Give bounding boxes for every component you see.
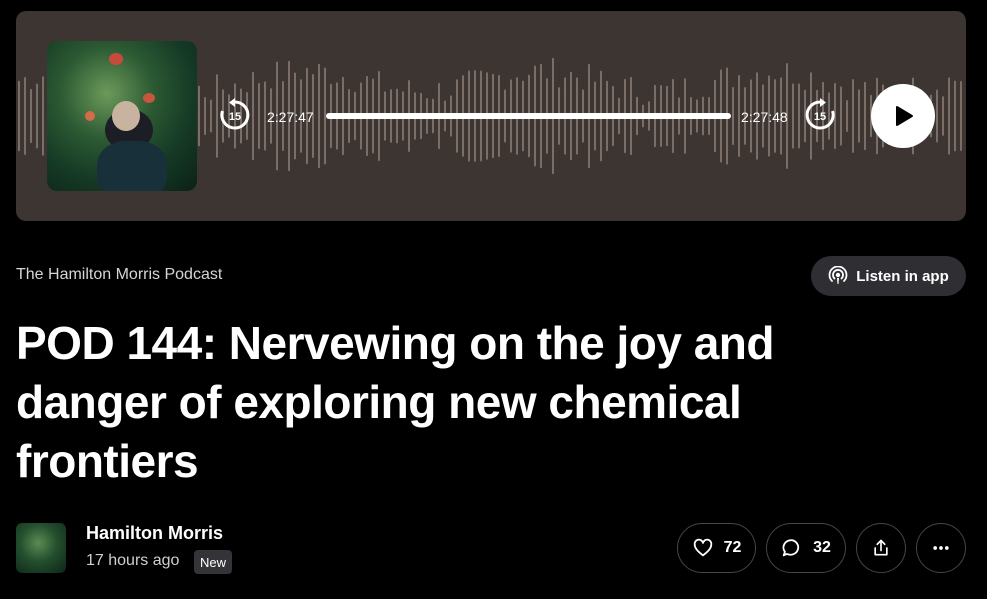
waveform-bar (858, 89, 860, 143)
more-button[interactable] (916, 523, 966, 573)
waveform-bar (864, 81, 866, 151)
author-name[interactable]: Hamilton Morris (86, 523, 223, 544)
audio-player: 15 2:27:47 2:27:48 15 (16, 11, 966, 221)
rewind-15-icon: 15 (220, 98, 250, 130)
like-count: 72 (723, 539, 742, 556)
more-icon (933, 546, 949, 550)
waveform-bar (24, 77, 26, 155)
waveform-bar (960, 80, 962, 152)
waveform-bar (318, 63, 320, 169)
waveform-bar (204, 96, 206, 136)
waveform-bar (954, 80, 956, 152)
new-badge: New (194, 550, 233, 574)
play-icon (896, 106, 913, 126)
duration: 2:27:48 (741, 109, 788, 125)
listen-in-app-label: Listen in app (856, 267, 949, 285)
waveform-bar (732, 86, 734, 146)
svg-text:15: 15 (814, 111, 826, 123)
waveform-bar (936, 89, 938, 143)
share-button[interactable] (856, 523, 906, 573)
heart-icon (693, 538, 712, 557)
waveform-bar (942, 96, 944, 136)
waveform-bar (948, 77, 950, 155)
waveform-bar (198, 85, 200, 147)
listen-in-app-button[interactable]: Listen in app (811, 256, 966, 296)
share-icon (874, 539, 888, 556)
waveform-bar (210, 99, 212, 133)
podcast-cover-image (47, 41, 197, 191)
comment-icon (782, 539, 800, 557)
waveform-bar (840, 86, 842, 146)
episode-title: POD 144: Nervewing on the joy and danger… (16, 317, 775, 487)
waveform-bar (18, 80, 20, 152)
waveform-bar (258, 82, 260, 150)
comment-count: 32 (813, 539, 831, 556)
podcast-name[interactable]: The Hamilton Morris Podcast (16, 266, 222, 284)
comment-button[interactable]: 32 (766, 523, 846, 573)
post-timestamp: 17 hours ago (86, 552, 180, 569)
rewind-15-button[interactable]: 15 (218, 95, 252, 135)
waveform-bar (264, 81, 266, 151)
author-avatar[interactable] (16, 523, 66, 573)
waveform-bar (252, 71, 254, 161)
svg-text:15: 15 (229, 111, 241, 123)
waveform-bar (36, 83, 38, 149)
forward-15-button[interactable]: 15 (803, 95, 837, 135)
current-time: 2:27:47 (267, 109, 314, 125)
waveform-bar (846, 100, 848, 132)
forward-15-icon: 15 (805, 98, 835, 130)
waveform-bar (852, 78, 854, 154)
play-button[interactable] (871, 84, 935, 148)
waveform-bar (30, 88, 32, 144)
like-button[interactable]: 72 (677, 523, 756, 573)
waveform-bar (738, 75, 740, 157)
waveform-bar (42, 76, 44, 156)
waveform-bar (792, 83, 794, 149)
waveform-bar (798, 83, 800, 149)
podcast-icon (828, 266, 848, 284)
progress-bar[interactable] (326, 113, 731, 119)
